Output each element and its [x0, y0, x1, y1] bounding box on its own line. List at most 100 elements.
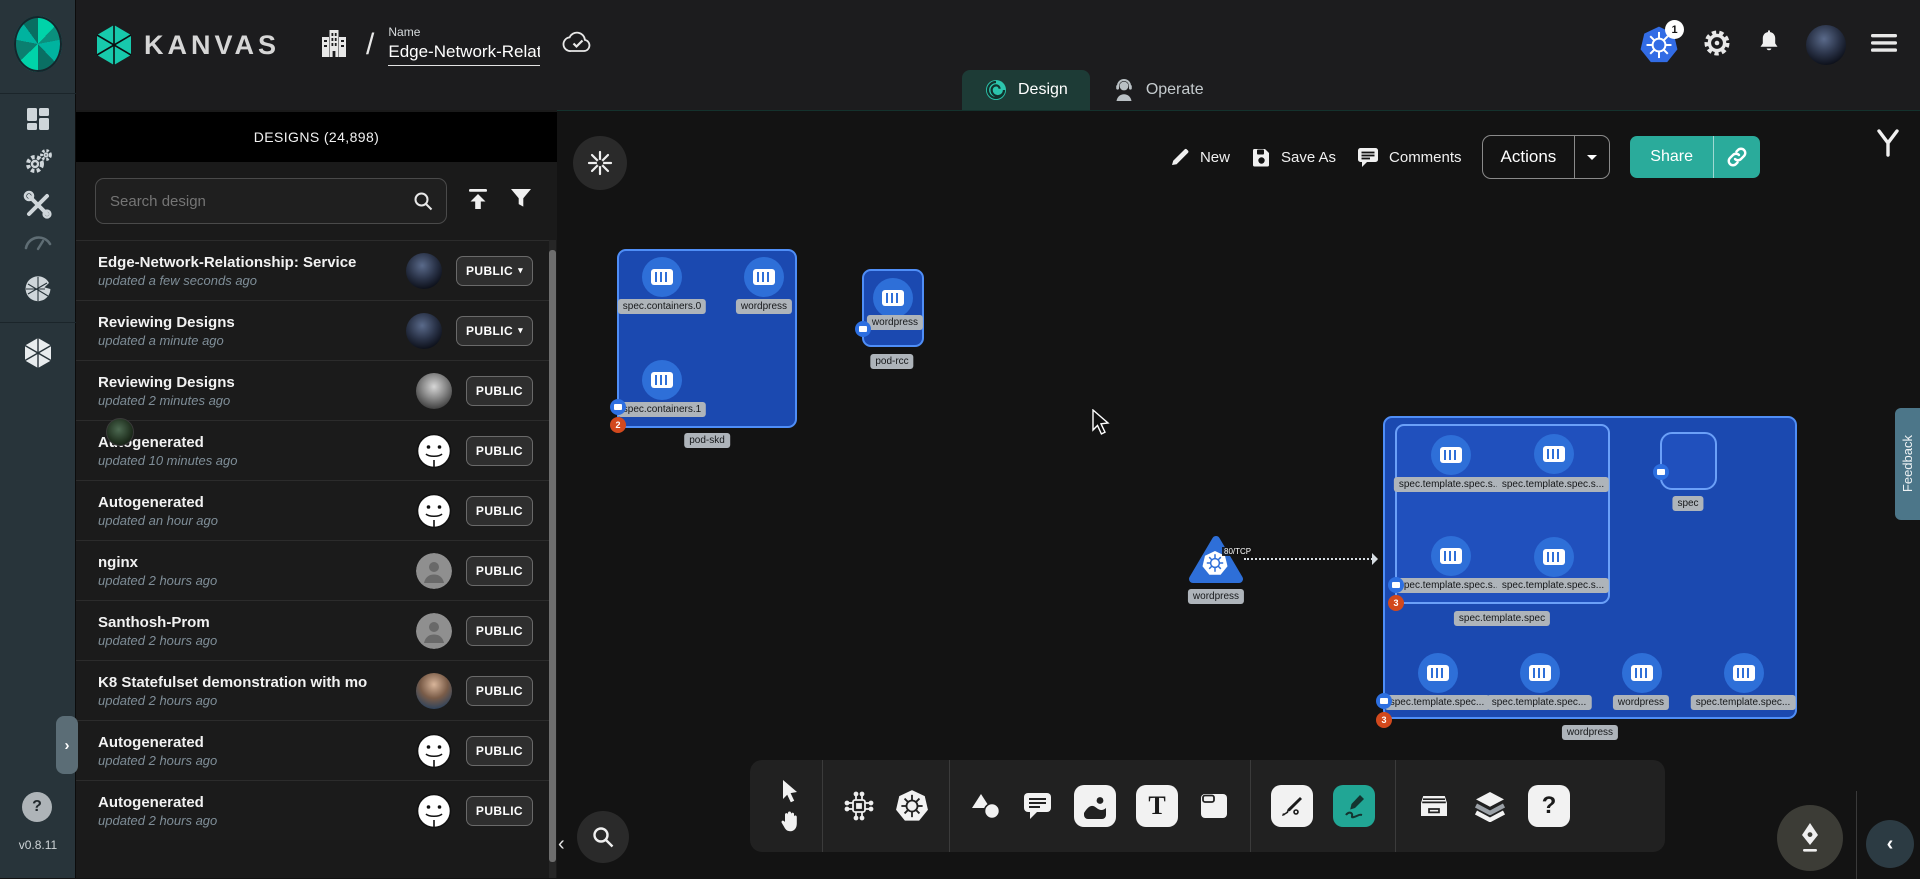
expand-panel-handle[interactable]: ›: [56, 716, 78, 774]
collapse-right-button[interactable]: ‹: [1866, 820, 1914, 868]
share-button[interactable]: Share: [1630, 136, 1760, 178]
copy-link-icon[interactable]: [1714, 136, 1760, 178]
media-tool[interactable]: [1074, 785, 1116, 827]
layers-tool[interactable]: [1472, 790, 1508, 822]
kubernetes-context-switcher[interactable]: 1: [1640, 26, 1678, 64]
design-list-item[interactable]: Santhosh-Prom updated 2 hours ago PUBLIC: [76, 600, 549, 660]
filter-funnel-icon[interactable]: [509, 187, 533, 215]
performance-icon[interactable]: [0, 232, 76, 254]
container-label: spec.containers.1: [618, 402, 706, 417]
design-list-item[interactable]: Autogenerated updated an hour ago PUBLIC: [76, 480, 549, 540]
container-node[interactable]: [1534, 537, 1574, 577]
hamburger-menu-icon[interactable]: [1870, 32, 1898, 59]
kubernetes-tool[interactable]: [895, 789, 929, 823]
text-tool[interactable]: T: [1136, 785, 1178, 827]
container-node[interactable]: [1534, 434, 1574, 474]
visibility-badge[interactable]: PUBLIC: [466, 496, 533, 526]
comment-tool[interactable]: [1022, 791, 1054, 821]
toolkit-icon[interactable]: [0, 190, 76, 220]
pod-badge-icon[interactable]: [1388, 577, 1404, 593]
design-list-item[interactable]: Autogenerated updated 2 hours ago PUBLIC: [76, 720, 549, 780]
kanvas-hexagon-icon[interactable]: [0, 336, 76, 370]
notifications-bell-icon[interactable]: [1756, 29, 1782, 62]
validator-y-icon[interactable]: [1874, 127, 1902, 164]
help-tool[interactable]: ?: [1528, 785, 1570, 827]
select-tool[interactable]: [779, 779, 801, 803]
container-node[interactable]: [642, 360, 682, 400]
error-badge[interactable]: 2: [610, 417, 626, 433]
component-shapes-tool[interactable]: [843, 790, 875, 822]
panel-scrollbar-thumb[interactable]: [549, 250, 556, 862]
dashboard-icon[interactable]: [0, 105, 76, 133]
kanvas-brand[interactable]: KANVAS: [94, 23, 280, 67]
user-avatar[interactable]: [1806, 25, 1846, 65]
container-node[interactable]: [1431, 435, 1471, 475]
meshsync-icon[interactable]: [0, 274, 76, 304]
settings-gear-icon[interactable]: [1702, 28, 1732, 63]
drawer-tool[interactable]: [1416, 791, 1452, 821]
feedback-tab[interactable]: Feedback: [1895, 408, 1920, 520]
error-badge[interactable]: 3: [1376, 712, 1392, 728]
lifecycle-gears-icon[interactable]: [0, 146, 76, 178]
pod-badge-icon[interactable]: [610, 399, 626, 415]
container-node[interactable]: [744, 257, 784, 297]
search-input[interactable]: [108, 192, 412, 211]
container-node[interactable]: [1418, 653, 1458, 693]
save-as-button[interactable]: Save As: [1250, 146, 1336, 168]
design-list-item[interactable]: Autogenerated updated 2 hours ago PUBLIC: [76, 780, 549, 840]
visibility-badge[interactable]: PUBLIC: [466, 736, 533, 766]
zoom-button[interactable]: [577, 811, 629, 863]
chevron-down-icon[interactable]: [1575, 136, 1609, 178]
designs-panel: DESIGNS (24,898) Edge-Network-Relationsh…: [76, 110, 557, 878]
collapse-left-icon[interactable]: ‹: [558, 833, 565, 856]
design-search[interactable]: [95, 178, 447, 224]
visibility-badge[interactable]: PUBLIC: [466, 796, 533, 826]
visibility-badge[interactable]: PUBLIC: [466, 436, 533, 466]
visibility-badge[interactable]: PUBLIC▾: [456, 256, 533, 286]
visibility-badge[interactable]: PUBLIC: [466, 556, 533, 586]
pod-badge-icon[interactable]: [855, 321, 871, 337]
error-badge[interactable]: 3: [1388, 595, 1404, 611]
meshery-logo[interactable]: [14, 16, 62, 72]
design-name-input[interactable]: [388, 42, 540, 66]
organization-icon[interactable]: [320, 27, 348, 64]
edge-pen-tool[interactable]: [1271, 785, 1313, 827]
pod-badge-icon[interactable]: [1376, 693, 1392, 709]
container-node[interactable]: [1431, 536, 1471, 576]
design-list-item[interactable]: Autogenerated updated 10 minutes ago PUB…: [76, 420, 549, 480]
container-node[interactable]: [1520, 653, 1560, 693]
actions-dropdown[interactable]: Actions: [1482, 135, 1611, 179]
visibility-badge[interactable]: PUBLIC: [466, 676, 533, 706]
node-spec-template-spec[interactable]: 3: [1395, 424, 1610, 604]
container-node[interactable]: [1622, 653, 1662, 693]
design-list-item[interactable]: Reviewing Designs updated a minute ago P…: [76, 300, 549, 360]
visibility-badge[interactable]: PUBLIC▾: [456, 316, 533, 346]
tab-operate[interactable]: Operate: [1090, 70, 1226, 110]
pan-tool[interactable]: [778, 809, 802, 833]
pod-badge-icon[interactable]: [1653, 464, 1669, 480]
signature-pen-button[interactable]: [1777, 805, 1843, 871]
import-design-icon[interactable]: [465, 186, 491, 217]
design-updated: updated 2 hours ago: [98, 633, 408, 648]
container-node[interactable]: [1724, 653, 1764, 693]
help-button[interactable]: ?: [22, 792, 52, 822]
dock-toggle-button[interactable]: [573, 136, 627, 190]
visibility-badge[interactable]: PUBLIC: [466, 376, 533, 406]
note-tool[interactable]: [1198, 791, 1230, 821]
design-updated: updated 2 hours ago: [98, 693, 408, 708]
shapes-tool[interactable]: [970, 792, 1002, 820]
design-list-item[interactable]: nginx updated 2 hours ago PUBLIC: [76, 540, 549, 600]
container-node[interactable]: [873, 278, 913, 318]
new-button[interactable]: New: [1169, 146, 1230, 168]
design-list-item[interactable]: Reviewing Designs updated 2 minutes ago …: [76, 360, 549, 420]
service-edge[interactable]: [1244, 558, 1376, 560]
node-spec[interactable]: [1660, 432, 1717, 490]
container-node[interactable]: [642, 257, 682, 297]
design-list-item[interactable]: Edge-Network-Relationship: Service updat…: [76, 240, 549, 300]
design-list-item[interactable]: K8 Statefulset demonstration with mo upd…: [76, 660, 549, 720]
node-service-wordpress[interactable]: [1188, 534, 1244, 591]
tab-design[interactable]: Design: [962, 70, 1090, 110]
comments-button[interactable]: Comments: [1356, 146, 1462, 168]
visibility-badge[interactable]: PUBLIC: [466, 616, 533, 646]
freehand-draw-tool[interactable]: [1333, 785, 1375, 827]
